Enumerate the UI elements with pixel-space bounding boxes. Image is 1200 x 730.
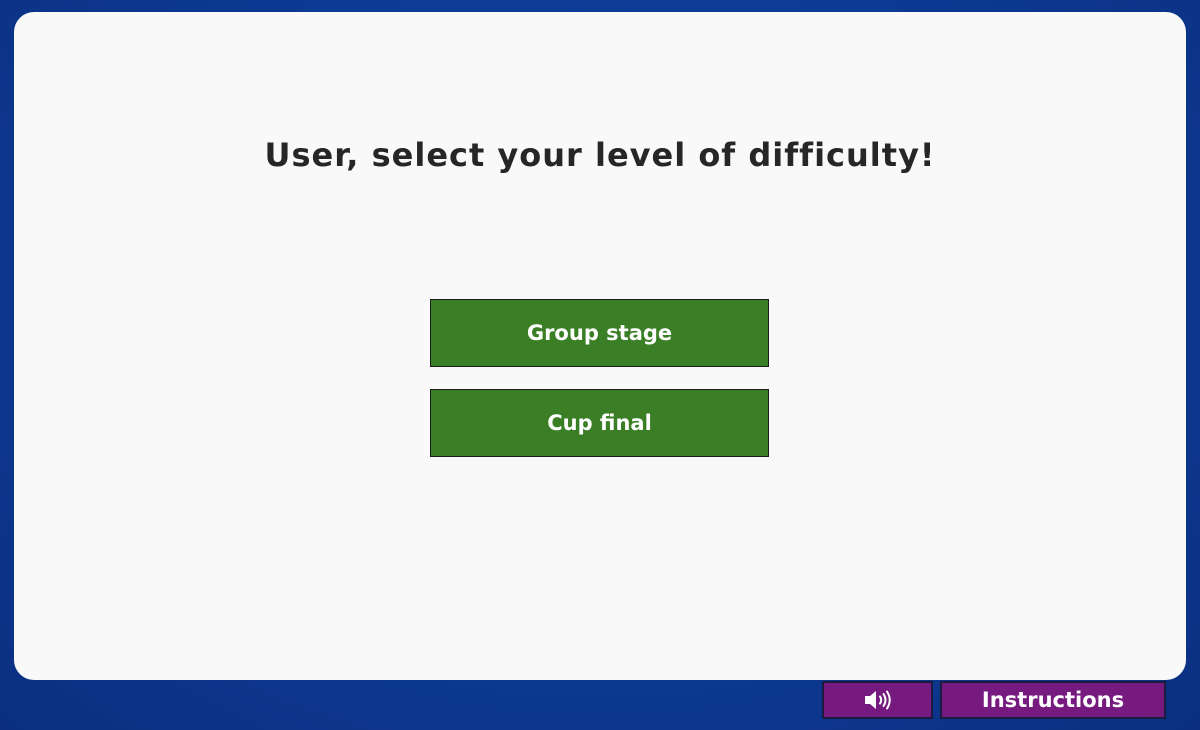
cup-final-button[interactable]: Cup final [430, 389, 769, 457]
sound-toggle-button[interactable] [822, 681, 933, 719]
page-title: User, select your level of difficulty! [264, 136, 936, 174]
speaker-volume-icon [863, 689, 893, 711]
group-stage-button-label: Group stage [526, 321, 673, 345]
group-stage-button[interactable]: Group stage [430, 299, 769, 367]
instructions-button-label: Instructions [981, 688, 1125, 712]
instructions-button[interactable]: Instructions [940, 681, 1166, 719]
main-panel: User, select your level of difficulty! G… [14, 12, 1186, 680]
cup-final-button-label: Cup final [547, 411, 652, 435]
